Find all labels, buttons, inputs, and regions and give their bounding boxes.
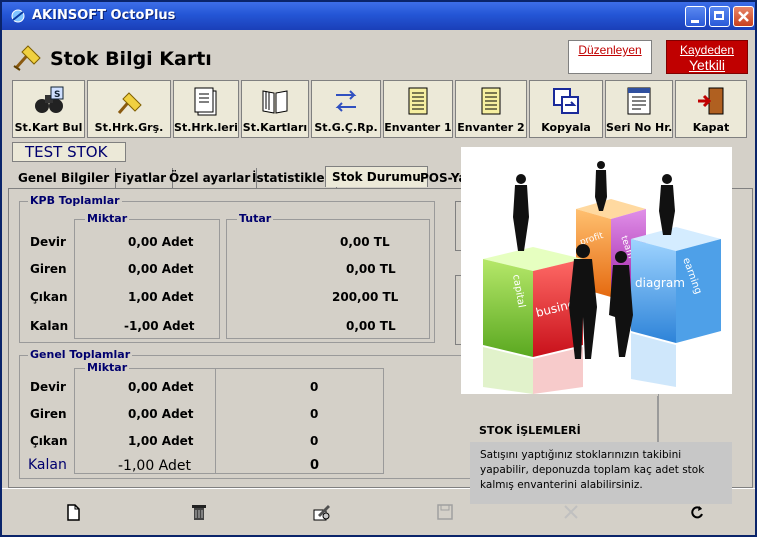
ledger-icon: [408, 87, 428, 115]
new-record-icon[interactable]: [62, 501, 84, 523]
toolbar-label: Envanter 2: [457, 121, 525, 134]
info-tooltip: Satışını yaptığınız stoklarınızın takibi…: [470, 442, 732, 504]
toolbar-label: Seri No Hr.: [606, 121, 673, 134]
edit-record-icon[interactable]: [310, 501, 332, 523]
maximize-icon: [714, 11, 724, 20]
general-quantity-value: 1,00 Adet: [128, 434, 194, 448]
toolbar-label: Envanter 1: [384, 121, 452, 134]
maximize-button[interactable]: [709, 6, 730, 27]
general-quantity-label: Miktar: [85, 361, 130, 374]
stock-cards-button[interactable]: St.Kartları: [241, 80, 309, 138]
kpb-row-label: Devir: [30, 235, 66, 249]
editor-link[interactable]: Düzenleyen: [568, 40, 652, 74]
stock-movements-button[interactable]: St.Hrk.leri: [173, 80, 239, 138]
kpb-quantity-value: -1,00 Adet: [124, 319, 195, 333]
stock-movement-entry-button[interactable]: St.Hrk.Grş.: [87, 80, 171, 138]
general-amount-value: 0: [310, 407, 319, 421]
stock-card-find-button[interactable]: S St.Kart Bul: [12, 80, 85, 138]
kpb-row-label: Çıkan: [30, 290, 68, 304]
minimize-button[interactable]: [685, 6, 706, 27]
stock-operations-title: STOK İŞLEMLERİ: [479, 424, 581, 437]
toolbar-label: St.Hrk.leri: [174, 121, 238, 134]
toolbar-label: St.Kart Bul: [14, 121, 83, 134]
general-totals-title: Genel Toplamlar: [28, 348, 133, 361]
kpb-quantity-label: Miktar: [85, 212, 130, 225]
kpb-row-label: Kalan: [30, 319, 69, 333]
title-bar[interactable]: AKINSOFT OctoPlus: [2, 2, 755, 30]
kpb-quantity-value: 0,00 Adet: [128, 262, 194, 276]
general-amount-value: 0: [310, 434, 319, 448]
tab-general-info[interactable]: Genel Bilgiler: [12, 168, 117, 188]
minimize-icon: [691, 20, 699, 23]
kpb-row-label: Giren: [30, 262, 67, 276]
kpb-amount-value: 0,00 TL: [346, 319, 396, 333]
tab-special-settings[interactable]: Özel ayarlar: [163, 168, 258, 188]
exit-door-icon: [698, 87, 724, 115]
window-title: AKINSOFT OctoPlus: [32, 8, 176, 23]
broom-icon: [117, 92, 142, 114]
svg-text:S: S: [54, 90, 60, 100]
form-icon: [627, 87, 651, 115]
book-icon: [262, 90, 288, 114]
kpb-quantity-value: 0,00 Adet: [128, 235, 194, 249]
general-quantity-value: -1,00 Adet: [118, 458, 191, 474]
toolbar-label: St.Hrk.Grş.: [94, 121, 164, 134]
business-cubes-illustration: profit team diagram earning capital busi…: [461, 147, 732, 394]
broom-icon: [13, 45, 41, 71]
kpb-amount-label: Tutar: [237, 212, 274, 225]
copy-icon: [553, 88, 579, 114]
inventory-2-button[interactable]: Envanter 2: [455, 80, 527, 138]
document-icon: [194, 87, 217, 116]
refresh-icon[interactable]: [686, 501, 708, 523]
kpb-amount-value: 200,00 TL: [332, 290, 399, 304]
general-quantity-value: 0,00 Adet: [128, 407, 194, 421]
ledger-icon: [481, 87, 501, 115]
close-form-button[interactable]: Kapat: [675, 80, 747, 138]
general-row-label: Giren: [30, 407, 67, 421]
cubes-figure: profit team diagram earning capital busi…: [483, 161, 721, 394]
close-button[interactable]: [733, 6, 754, 27]
general-row-label: Devir: [30, 380, 66, 394]
cancel-icon[interactable]: [560, 501, 582, 523]
general-amount-value: 0: [310, 458, 320, 473]
close-icon: [738, 11, 749, 22]
copy-button[interactable]: Kopyala: [529, 80, 603, 138]
toolbar-label: Kopyala: [541, 121, 591, 134]
toolbar-label: Kapat: [692, 121, 730, 134]
kpb-totals-group: KPB Toplamlar Miktar Tutar Devir 0,00 Ad…: [19, 194, 435, 343]
tab-stock-status[interactable]: Stok Durumu: [325, 166, 428, 187]
binoculars-icon: S: [34, 86, 63, 113]
saver-label-line1: Kaydeden: [679, 43, 735, 57]
stock-inout-report-button[interactable]: St.G.Ç.Rp.: [311, 80, 381, 138]
general-divider: [215, 369, 216, 473]
toolbar-label: St.Kartları: [242, 121, 308, 134]
kpb-amount-value: 0,00 TL: [340, 235, 390, 249]
trash-icon[interactable]: [188, 501, 210, 523]
page-title: Stok Bilgi Kartı: [50, 48, 212, 70]
toolbar-label: St.G.Ç.Rp.: [314, 121, 378, 134]
saver-link[interactable]: Kaydeden Yetkili: [666, 40, 748, 74]
general-quantity-value: 0,00 Adet: [128, 380, 194, 394]
general-row-label: Kalan: [28, 457, 67, 473]
general-row-label: Çıkan: [30, 434, 68, 448]
saver-label-line2: Yetkili: [688, 57, 726, 73]
kpb-amount-value: 0,00 TL: [346, 262, 396, 276]
product-name-banner: TEST STOK: [12, 142, 126, 162]
serial-number-movements-button[interactable]: Seri No Hr.: [605, 80, 673, 138]
general-amount-value: 0: [310, 380, 319, 394]
kpb-totals-title: KPB Toplamlar: [28, 194, 122, 207]
inventory-1-button[interactable]: Envanter 1: [383, 80, 453, 138]
tab-statistics[interactable]: İstatistikler: [246, 168, 338, 188]
app-icon: [11, 9, 25, 23]
save-icon[interactable]: [434, 501, 456, 523]
kpb-quantity-value: 1,00 Adet: [128, 290, 194, 304]
form-header: Stok Bilgi Kartı Düzenleyen Kaydeden Yet…: [2, 30, 755, 80]
swap-arrows-icon: [335, 90, 357, 112]
cube-word-diagram: diagram: [635, 276, 685, 290]
